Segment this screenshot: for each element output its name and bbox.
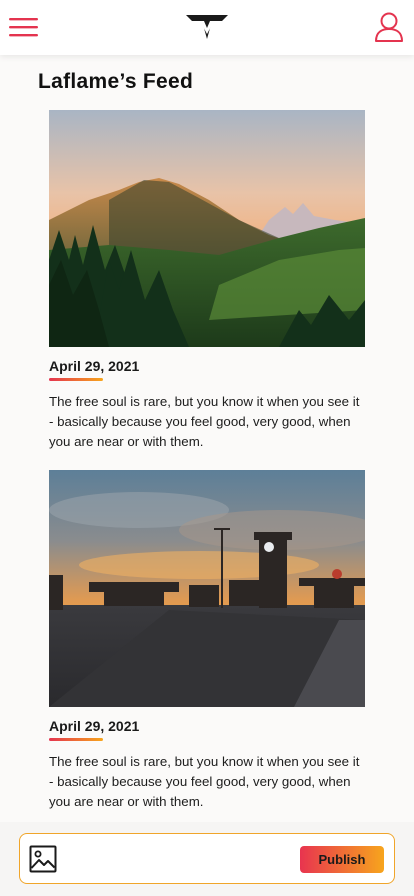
page-title: Laflame’s Feed bbox=[38, 70, 194, 93]
user-profile-icon[interactable] bbox=[373, 10, 405, 44]
station-clock-tower-sunset-photo[interactable] bbox=[49, 470, 365, 707]
post-date: April 29, 2021 bbox=[49, 358, 140, 374]
post-input[interactable] bbox=[68, 844, 296, 874]
image-icon[interactable] bbox=[29, 845, 57, 873]
date-underline bbox=[49, 738, 103, 741]
feed-post: April 29, 2021 The free soul is rare, bu… bbox=[49, 470, 365, 812]
post-text: The free soul is rare, but you know it w… bbox=[49, 754, 360, 809]
post-date: April 29, 2021 bbox=[49, 718, 140, 734]
hamburger-menu-icon[interactable] bbox=[9, 14, 39, 40]
publish-button[interactable]: Publish bbox=[300, 846, 384, 873]
mountain-valley-sunset-photo[interactable] bbox=[49, 110, 365, 347]
feed-post: April 29, 2021 The free soul is rare, bu… bbox=[49, 110, 365, 452]
composer-box: Publish bbox=[19, 833, 395, 884]
composer-bar: Publish bbox=[0, 822, 414, 896]
post-text: The free soul is rare, but you know it w… bbox=[49, 394, 360, 449]
brand-logo[interactable] bbox=[185, 13, 229, 41]
date-underline bbox=[49, 378, 103, 381]
top-bar bbox=[0, 0, 414, 55]
